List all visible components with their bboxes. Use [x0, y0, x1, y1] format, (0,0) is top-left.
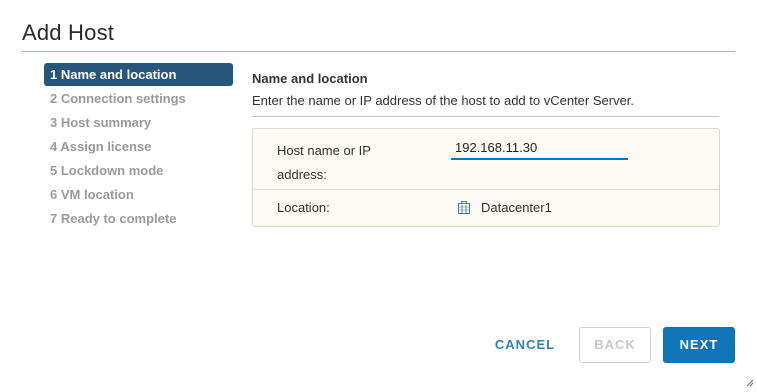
host-form: Host name or IP address: Location: Datac… — [252, 128, 720, 227]
resize-grip-icon[interactable] — [746, 374, 754, 387]
step-lockdown-mode[interactable]: 5 Lockdown mode — [44, 159, 233, 183]
section-divider — [252, 116, 719, 117]
back-button[interactable]: BACK — [579, 327, 651, 363]
location-value: Datacenter1 — [457, 200, 552, 215]
location-label: Location: — [277, 200, 330, 215]
step-name-and-location[interactable]: 1 Name and location — [44, 63, 233, 86]
datacenter-icon — [457, 200, 471, 215]
next-button[interactable]: NEXT — [663, 327, 735, 363]
step-connection-settings[interactable]: 2 Connection settings — [44, 87, 233, 111]
title-divider — [22, 51, 735, 52]
wizard-steps: 1 Name and location 2 Connection setting… — [44, 63, 233, 231]
step-host-summary[interactable]: 3 Host summary — [44, 111, 233, 135]
cancel-button[interactable]: CANCEL — [483, 327, 567, 363]
step-ready-to-complete[interactable]: 7 Ready to complete — [44, 207, 233, 231]
dialog-title: Add Host — [22, 20, 115, 45]
step-assign-license[interactable]: 4 Assign license — [44, 135, 233, 159]
location-value-text: Datacenter1 — [481, 200, 552, 215]
step-vm-location[interactable]: 6 VM location — [44, 183, 233, 207]
form-row-divider — [253, 189, 719, 190]
section-title: Name and location — [252, 71, 368, 86]
host-name-input[interactable] — [451, 137, 628, 160]
section-description: Enter the name or IP address of the host… — [252, 93, 635, 108]
host-name-label: Host name or IP address: — [277, 143, 371, 182]
